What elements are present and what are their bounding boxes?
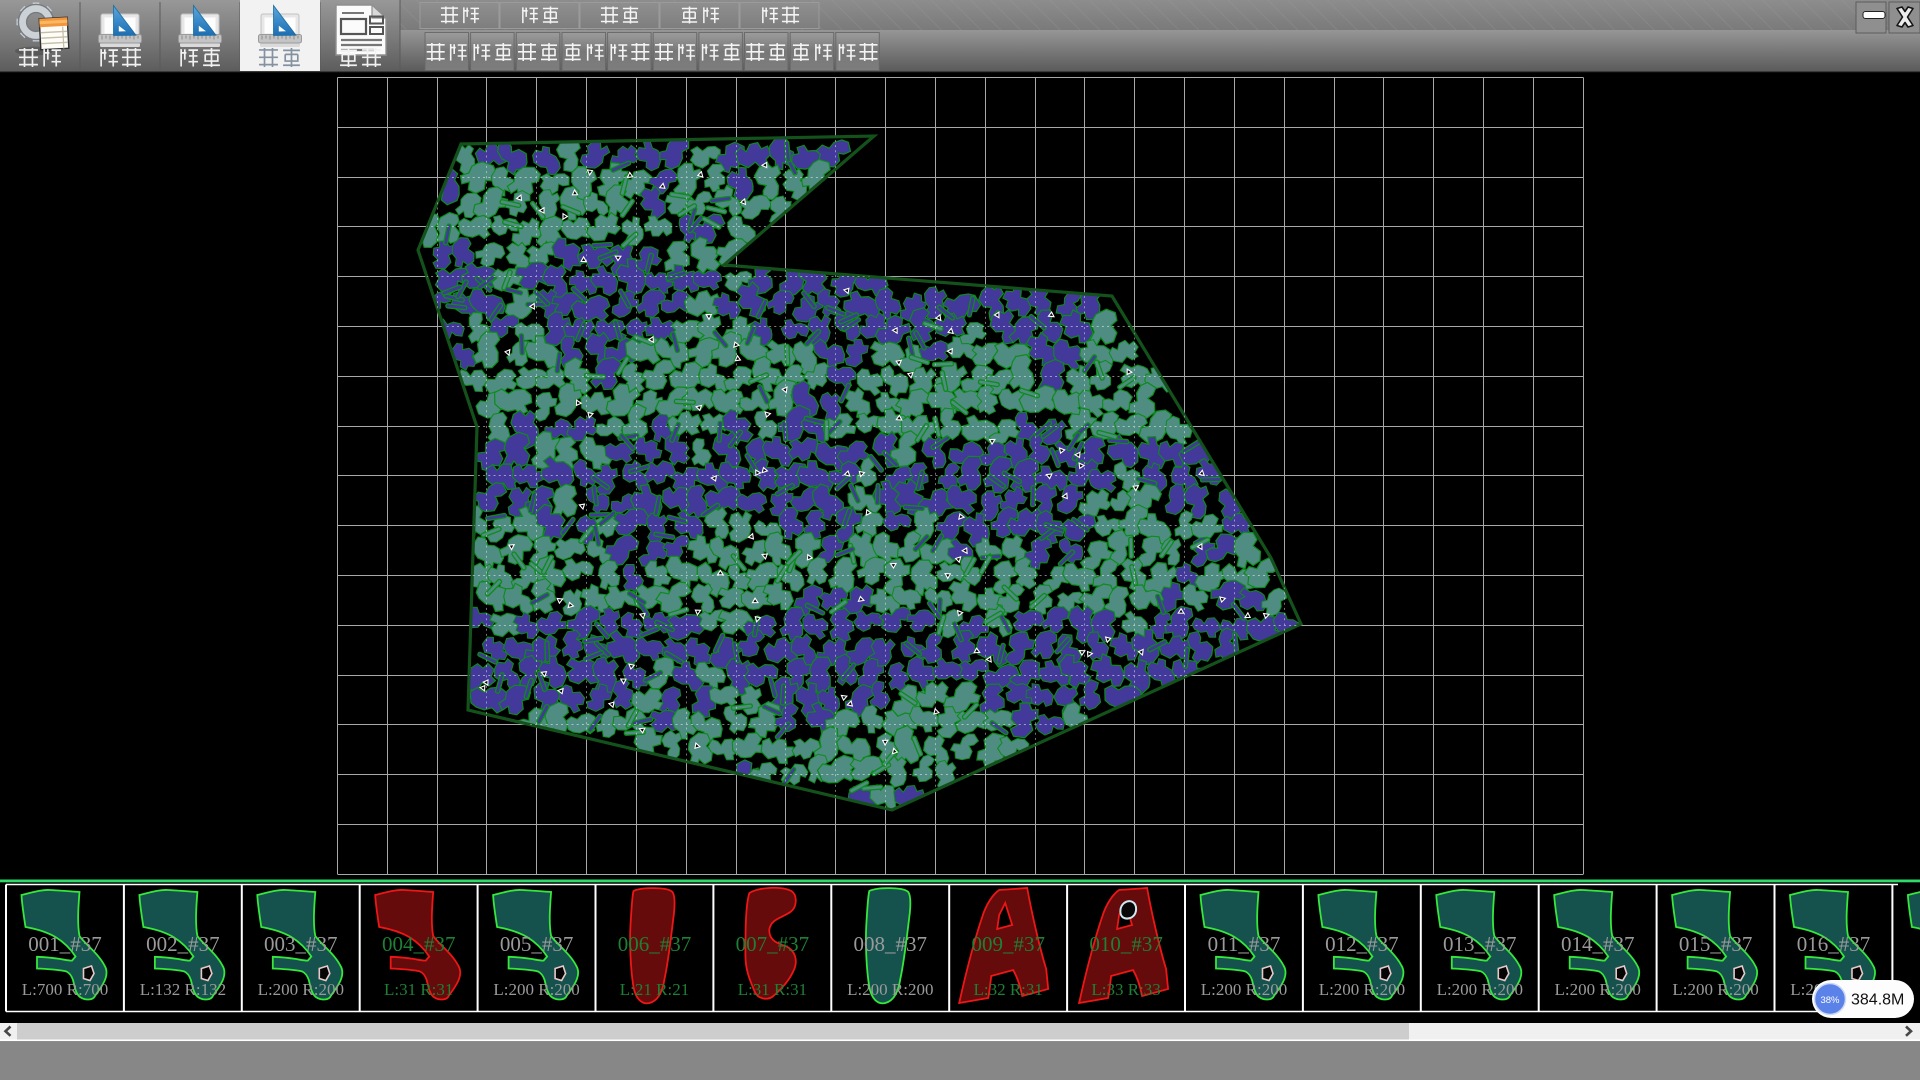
svg-text:L:200 R:200: L:200 R:200 [258,980,344,999]
svg-text:013_#37: 013_#37 [1443,932,1517,956]
svg-text:003_#37: 003_#37 [264,932,338,956]
svg-text:012_#37: 012_#37 [1325,932,1399,956]
svg-text:010_#37: 010_#37 [1089,932,1163,956]
svg-text:001_#37: 001_#37 [28,932,102,956]
svg-text:L:200 R:200: L:200 R:200 [1672,980,1758,999]
svg-text:015_#37: 015_#37 [1679,932,1753,956]
svg-text:L:132 R:132: L:132 R:132 [140,980,226,999]
svg-text:009_#37: 009_#37 [971,932,1045,956]
svg-text:007_#37: 007_#37 [736,932,810,956]
svg-text:L:33 R:33: L:33 R:33 [1091,980,1160,999]
svg-text:008_#37: 008_#37 [854,932,928,956]
svg-text:004_#37: 004_#37 [382,932,456,956]
svg-text:L:21 R:21: L:21 R:21 [620,980,689,999]
svg-text:011_#37: 011_#37 [1208,932,1281,956]
svg-text:L:200 R:200: L:200 R:200 [1201,980,1287,999]
svg-text:L:200 R:200: L:200 R:200 [1554,980,1640,999]
svg-text:L:31 R:31: L:31 R:31 [384,980,453,999]
svg-text:L:31 R:31: L:31 R:31 [738,980,807,999]
svg-text:L:700 R:700: L:700 R:700 [22,980,108,999]
svg-text:016_#37: 016_#37 [1797,932,1871,956]
svg-text:384.8M: 384.8M [1851,992,1904,1009]
svg-text:L:200 R:200: L:200 R:200 [847,980,933,999]
svg-text:006_#37: 006_#37 [618,932,692,956]
svg-text:L:200 R:200: L:200 R:200 [1437,980,1523,999]
svg-text:005_#37: 005_#37 [500,932,574,956]
svg-text:L:32 R:31: L:32 R:31 [973,980,1042,999]
svg-text:014_#37: 014_#37 [1561,932,1635,956]
svg-text:L:200 R:200: L:200 R:200 [493,980,579,999]
svg-text:38%: 38% [1820,995,1840,1006]
svg-text:002_#37: 002_#37 [146,932,220,956]
svg-text:L:200 R:200: L:200 R:200 [1319,980,1405,999]
